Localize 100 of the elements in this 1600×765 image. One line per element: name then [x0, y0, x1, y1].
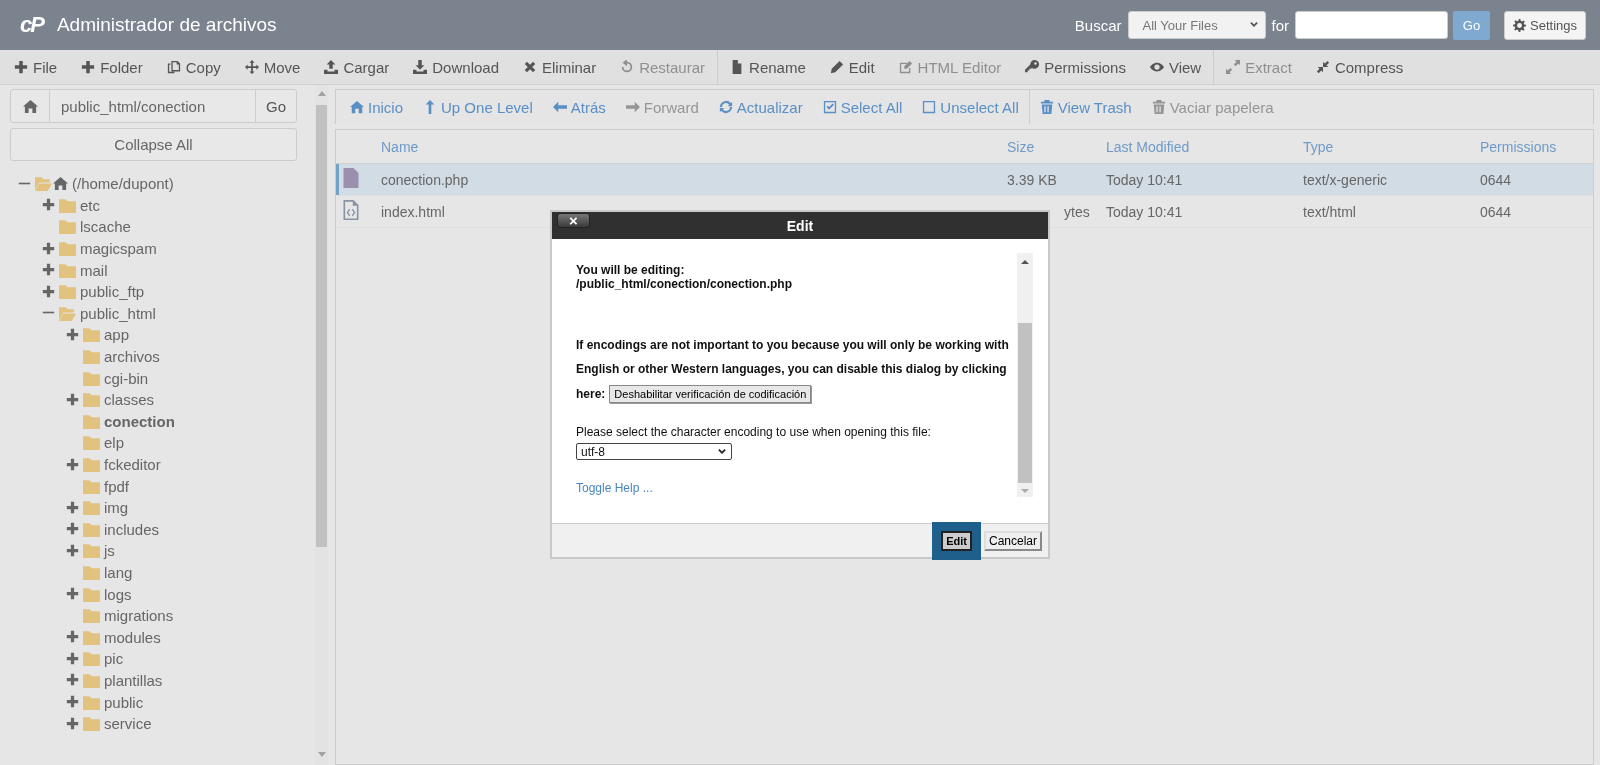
plus-icon[interactable] [66, 327, 79, 341]
encoding-dropdown[interactable]: utf-8 [576, 443, 732, 460]
nav-button[interactable]: Unselect All [912, 90, 1030, 124]
plus-icon[interactable] [66, 651, 79, 665]
close-button[interactable]: × [557, 213, 590, 228]
tree-item[interactable]: public_html [80, 304, 156, 322]
tree-item[interactable]: img [104, 499, 129, 517]
folder-icon [83, 477, 100, 495]
toolbar-button[interactable]: Download [401, 50, 511, 84]
toolbar-button[interactable]: Edit [817, 50, 887, 84]
column-header[interactable]: Name [381, 138, 419, 155]
tree-item[interactable]: app [104, 326, 130, 344]
tree-item[interactable]: (/home/dupont) [72, 175, 174, 193]
tree-item[interactable]: includes [104, 520, 160, 538]
plus-icon[interactable] [66, 392, 79, 406]
tree-item[interactable]: lang [104, 564, 133, 581]
scrollbar[interactable] [1017, 253, 1033, 497]
table-cell: 0644 [1480, 171, 1512, 188]
toolbar-button[interactable]: Compress [1303, 50, 1416, 84]
toolbar-button[interactable]: Permissions [1013, 50, 1138, 84]
empty-box-icon [922, 100, 937, 114]
toggle-help-link[interactable]: Toggle Help ... [576, 481, 653, 495]
tree-item[interactable]: modules [104, 628, 161, 646]
tree-item[interactable]: etc [80, 196, 100, 214]
plus-icon[interactable] [66, 522, 79, 536]
tree-item[interactable]: js [104, 542, 115, 560]
nav-button[interactable]: Up One Level [413, 90, 543, 124]
nav-button[interactable]: Inicio [340, 90, 414, 124]
column-header[interactable]: Permissions [1480, 138, 1557, 155]
folder-icon [83, 628, 100, 646]
plus-icon[interactable] [42, 198, 55, 212]
left-arrow-icon [552, 100, 567, 114]
tree-item[interactable]: lscache [80, 218, 131, 236]
plus-icon[interactable] [66, 500, 79, 514]
plus-icon[interactable] [42, 284, 55, 298]
tree-item[interactable]: plantillas [104, 671, 163, 689]
tree-item[interactable]: public [104, 693, 144, 711]
settings-button[interactable]: Settings [1504, 10, 1586, 40]
column-header[interactable]: Last Modified [1106, 138, 1190, 155]
tree-item[interactable]: classes [104, 391, 155, 409]
nav-button[interactable]: View Trash [1029, 90, 1142, 124]
tree-item[interactable]: conection [104, 412, 175, 430]
collapse-all-button[interactable]: Collapse All [10, 128, 297, 161]
folder-icon [83, 715, 100, 733]
column-header[interactable]: Size [1007, 138, 1035, 155]
file-row[interactable]: conection.php 3.39 KB Today 10:41 text/x-generic 0644 [336, 163, 1593, 196]
toolbar-button[interactable]: Copy [154, 50, 233, 84]
plus-icon[interactable] [66, 543, 79, 557]
toolbar-button[interactable]: Eliminar [511, 50, 609, 84]
undo-icon [620, 60, 635, 74]
table-cell: ytes [1064, 203, 1090, 220]
disable-check-button[interactable]: Deshabilitar verificación de codificación [609, 385, 812, 403]
refresh-icon [718, 100, 733, 114]
tree-item[interactable]: logs [104, 585, 132, 603]
plus-icon[interactable] [66, 457, 79, 471]
toolbar-button[interactable]: View [1137, 50, 1215, 84]
tree-item[interactable]: cgi-bin [104, 369, 149, 387]
plus-icon[interactable] [66, 587, 79, 601]
nav-button[interactable]: Select All [812, 90, 913, 124]
open-folder-icon [35, 175, 52, 193]
tree-item[interactable]: service [104, 715, 152, 733]
x-icon [523, 60, 537, 74]
tree-item[interactable]: magicspam [80, 240, 157, 258]
folder-icon [83, 456, 100, 473]
plus-icon[interactable] [42, 263, 55, 277]
toolbar-button[interactable]: Folder [69, 50, 155, 84]
nav-button[interactable]: Atrás [542, 90, 616, 124]
folder-icon [83, 348, 100, 366]
nav-button[interactable]: Actualizar [708, 90, 813, 124]
plus-icon[interactable] [66, 716, 79, 730]
tree-item[interactable]: migrations [104, 607, 174, 625]
plus-icon[interactable] [42, 241, 55, 255]
tree-item[interactable]: elp [104, 434, 125, 452]
code-file-icon [341, 200, 361, 220]
tree-item[interactable]: fpdf [104, 477, 130, 495]
toolbar-button[interactable]: Rename [718, 50, 818, 84]
tree-item[interactable]: pic [104, 650, 124, 668]
search-go-button[interactable]: Go [1453, 10, 1490, 40]
tree-item[interactable]: archivos [104, 348, 160, 366]
search-field[interactable] [1295, 11, 1448, 39]
plus-icon[interactable] [66, 630, 79, 644]
path-go-button[interactable]: Go [255, 89, 297, 123]
dialog-button[interactable]: Cancelar [983, 530, 1042, 551]
plus-icon[interactable] [66, 673, 79, 687]
plus-icon[interactable] [66, 695, 79, 709]
column-header[interactable]: Type [1303, 138, 1334, 155]
home-button[interactable] [10, 89, 50, 123]
table-cell: Today 10:41 [1106, 203, 1183, 220]
toolbar-button[interactable]: Cargar [312, 50, 402, 84]
tree-item[interactable]: fckeditor [104, 456, 161, 473]
tree-item[interactable]: public_ftp [80, 283, 145, 301]
tree-item[interactable]: mail [80, 261, 108, 279]
folder-icon [83, 607, 100, 625]
text-file-icon [341, 168, 361, 188]
toolbar-button[interactable]: File [2, 50, 70, 84]
compress-arrows-icon [1315, 60, 1330, 74]
search-scope-dropdown[interactable]: All Your Files [1127, 11, 1266, 39]
table-cell: 3.39 KB [1007, 171, 1057, 188]
path-field[interactable]: public_html/conection [50, 89, 255, 123]
toolbar-button[interactable]: Move [232, 50, 313, 84]
